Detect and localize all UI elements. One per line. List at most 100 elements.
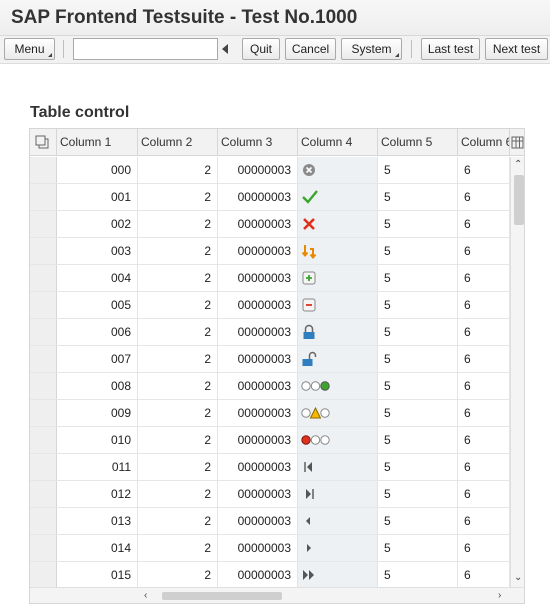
cell-column-3[interactable]: 00000003 [218,454,298,480]
cell-column-3[interactable]: 00000003 [218,211,298,237]
horizontal-scrollbar[interactable]: ‹ › [30,587,524,603]
table-row[interactable]: 006 2 00000003 5 6 [30,319,510,346]
table-row[interactable]: 010 2 00000003 5 6 [30,427,510,454]
cell-column-1[interactable]: 008 [57,373,138,399]
row-selector[interactable] [30,211,57,237]
table-row[interactable]: 012 2 00000003 5 6 [30,481,510,508]
cell-column-1[interactable]: 001 [57,184,138,210]
column-header-1[interactable]: Column 1 [57,129,138,156]
row-selector[interactable] [30,346,57,372]
cell-column-5[interactable]: 5 [378,238,458,264]
cell-column-2[interactable]: 2 [138,535,218,561]
cell-column-1[interactable]: 015 [57,562,138,588]
column-header-5[interactable]: Column 5 [378,129,458,156]
quit-button[interactable]: Quit [242,38,280,60]
cell-column-6[interactable]: 6 [458,400,510,426]
horizontal-scroll-thumb[interactable] [162,592,282,600]
cell-column-3[interactable]: 00000003 [218,508,298,534]
cell-column-2[interactable]: 2 [138,211,218,237]
row-selector[interactable] [30,481,57,507]
cell-column-3[interactable]: 00000003 [218,562,298,588]
row-selector[interactable] [30,265,57,291]
cell-column-5[interactable]: 5 [378,346,458,372]
vertical-scrollbar[interactable]: ⌃ ⌄ [510,157,524,587]
cell-column-1[interactable]: 014 [57,535,138,561]
cell-column-5[interactable]: 5 [378,427,458,453]
row-selector[interactable] [30,400,57,426]
cell-column-1[interactable]: 009 [57,400,138,426]
scroll-left-arrow-icon[interactable]: ‹ [144,591,147,601]
column-header-3[interactable]: Column 3 [218,129,298,156]
column-header-4[interactable]: Column 4 [298,129,378,156]
cancel-button[interactable]: Cancel [285,38,336,60]
cell-column-3[interactable]: 00000003 [218,373,298,399]
cell-column-2[interactable]: 2 [138,319,218,345]
table-row[interactable]: 007 2 00000003 5 6 [30,346,510,373]
cell-column-6[interactable]: 6 [458,292,510,318]
row-selector[interactable] [30,373,57,399]
cell-column-2[interactable]: 2 [138,184,218,210]
row-selector[interactable] [30,562,57,588]
cell-column-3[interactable]: 00000003 [218,346,298,372]
row-selector[interactable] [30,319,57,345]
cell-column-2[interactable]: 2 [138,400,218,426]
table-row[interactable]: 004 2 00000003 5 6 [30,265,510,292]
cell-column-5[interactable]: 5 [378,184,458,210]
cell-column-2[interactable]: 2 [138,157,218,183]
last-test-button[interactable]: Last test [421,38,480,60]
scroll-up-arrow-icon[interactable]: ⌃ [514,160,522,170]
cell-column-3[interactable]: 00000003 [218,481,298,507]
cell-column-6[interactable]: 6 [458,562,510,588]
cell-column-1[interactable]: 000 [57,157,138,183]
cell-column-6[interactable]: 6 [458,346,510,372]
cell-column-3[interactable]: 00000003 [218,238,298,264]
table-row[interactable]: 014 2 00000003 5 6 [30,535,510,562]
cell-column-3[interactable]: 00000003 [218,427,298,453]
cell-column-1[interactable]: 004 [57,265,138,291]
cell-column-6[interactable]: 6 [458,373,510,399]
cell-column-6[interactable]: 6 [458,265,510,291]
system-button[interactable]: System [341,38,402,60]
cell-column-5[interactable]: 5 [378,535,458,561]
row-selector[interactable] [30,238,57,264]
cell-column-6[interactable]: 6 [458,535,510,561]
cell-column-1[interactable]: 011 [57,454,138,480]
table-row[interactable]: 002 2 00000003 5 6 [30,211,510,238]
cell-column-5[interactable]: 5 [378,373,458,399]
row-selector[interactable] [30,454,57,480]
cell-column-3[interactable]: 00000003 [218,265,298,291]
cell-column-3[interactable]: 00000003 [218,535,298,561]
cell-column-1[interactable]: 002 [57,211,138,237]
table-row[interactable]: 001 2 00000003 5 6 [30,184,510,211]
cell-column-3[interactable]: 00000003 [218,400,298,426]
table-row[interactable]: 009 2 00000003 5 6 [30,400,510,427]
cell-column-1[interactable]: 007 [57,346,138,372]
cell-column-5[interactable]: 5 [378,400,458,426]
vertical-scroll-thumb[interactable] [514,175,524,225]
row-selector[interactable] [30,292,57,318]
cell-column-3[interactable]: 00000003 [218,184,298,210]
cell-column-5[interactable]: 5 [378,481,458,507]
cell-column-5[interactable]: 5 [378,292,458,318]
cell-column-2[interactable]: 2 [138,562,218,588]
cell-column-5[interactable]: 5 [378,319,458,345]
cell-column-6[interactable]: 6 [458,481,510,507]
command-field[interactable] [73,38,218,60]
row-selector[interactable] [30,535,57,561]
next-test-button[interactable]: Next test [485,38,548,60]
cell-column-6[interactable]: 6 [458,427,510,453]
cell-column-6[interactable]: 6 [458,319,510,345]
cell-column-6[interactable]: 6 [458,238,510,264]
cell-column-6[interactable]: 6 [458,454,510,480]
cell-column-2[interactable]: 2 [138,238,218,264]
cell-column-6[interactable]: 6 [458,508,510,534]
cell-column-2[interactable]: 2 [138,373,218,399]
cell-column-2[interactable]: 2 [138,292,218,318]
cell-column-3[interactable]: 00000003 [218,157,298,183]
table-row[interactable]: 008 2 00000003 5 6 [30,373,510,400]
table-settings-cell[interactable] [510,129,524,156]
cell-column-2[interactable]: 2 [138,265,218,291]
row-selector[interactable] [30,157,57,183]
cell-column-6[interactable]: 6 [458,184,510,210]
menu-button[interactable]: Menu [4,38,55,60]
